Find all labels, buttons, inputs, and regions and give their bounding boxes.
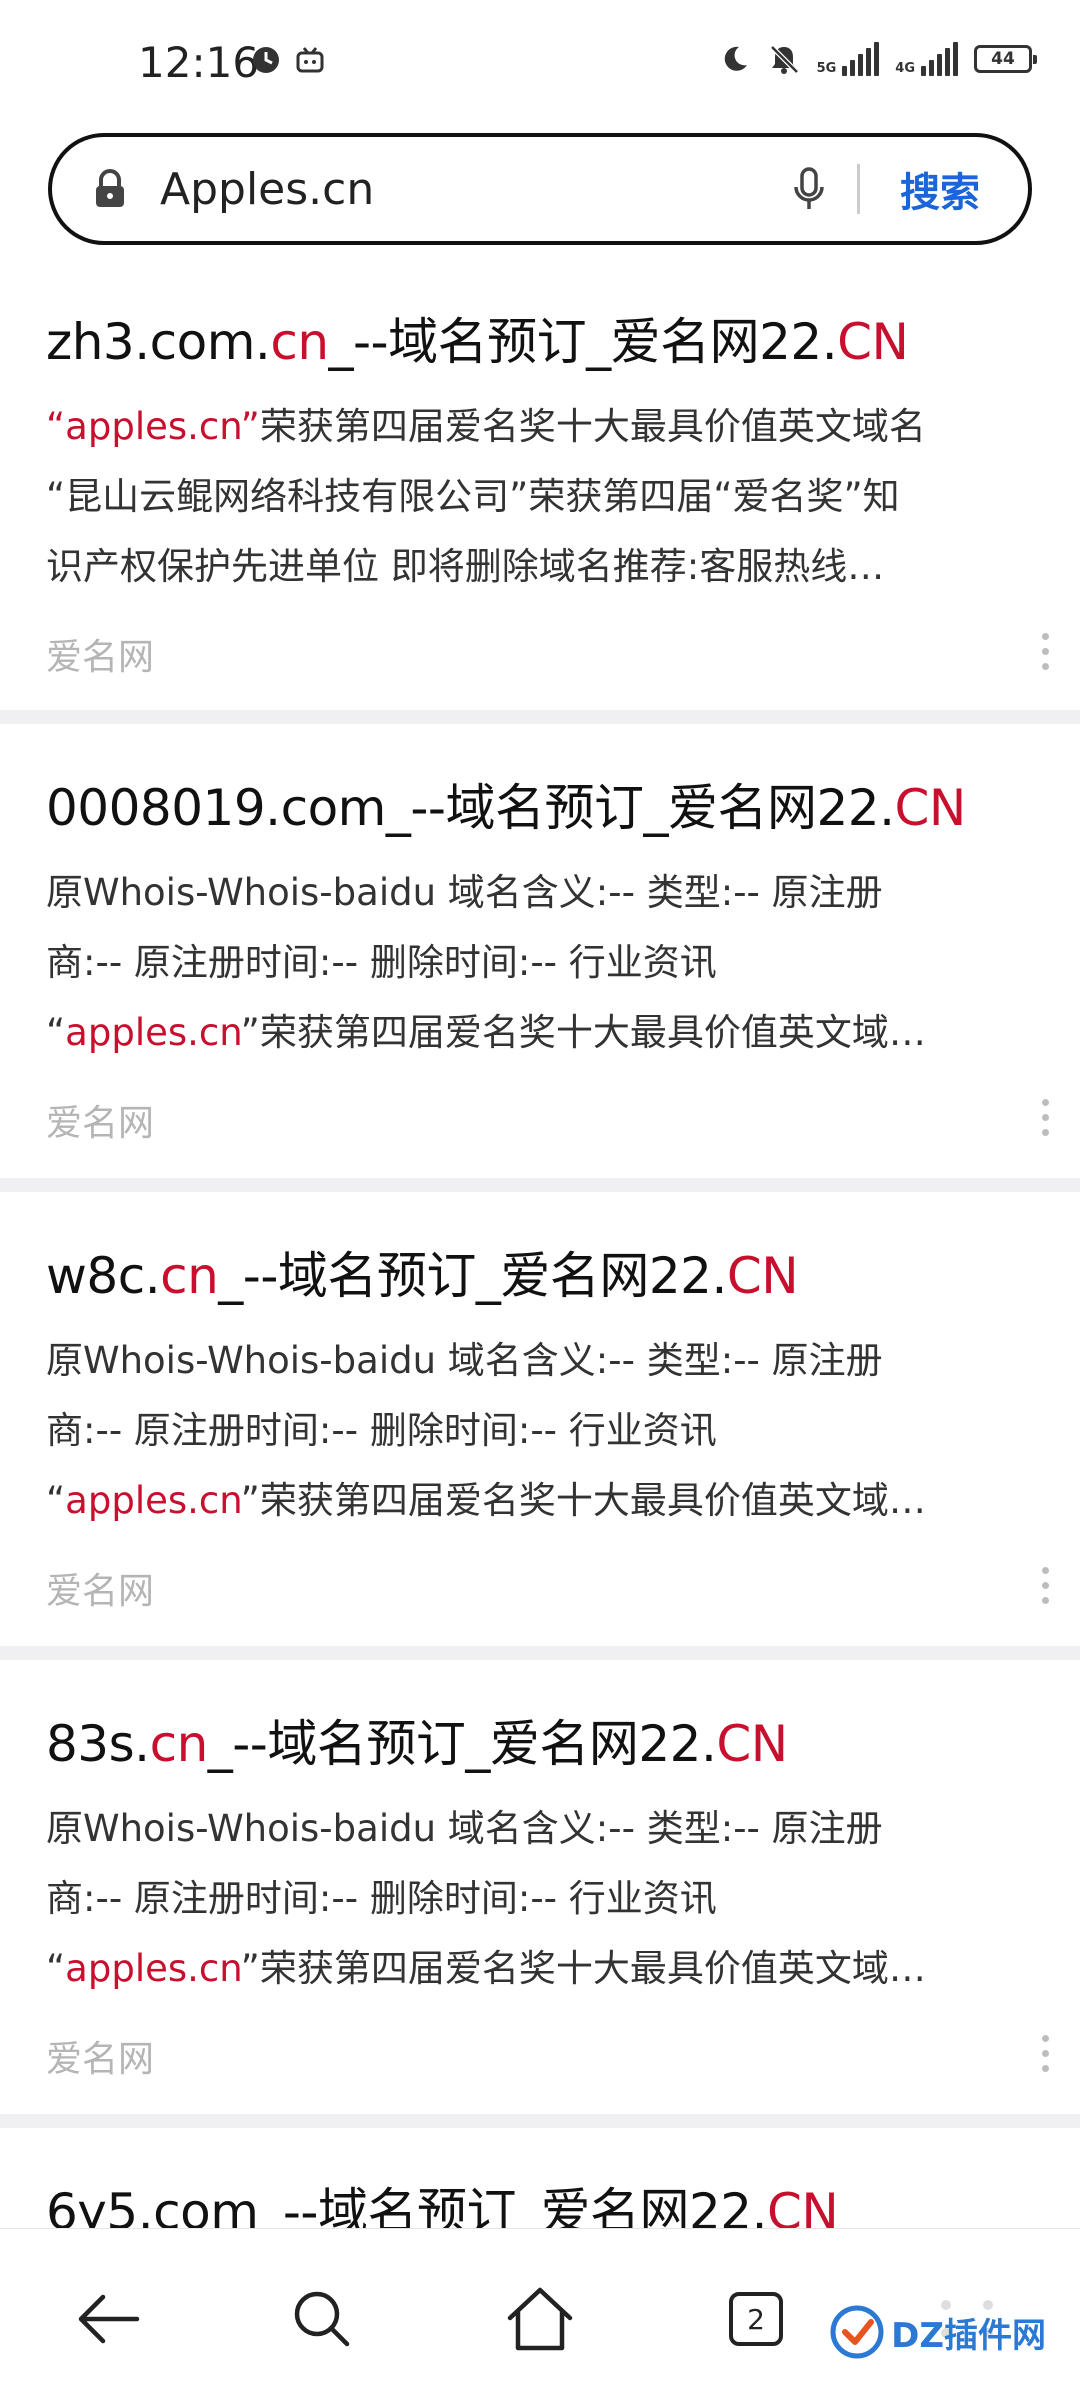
status-left-icons [250, 44, 326, 76]
snippet-highlight: “apples.cn” [46, 405, 260, 448]
lock-icon [96, 169, 124, 207]
title-part: _--域名预订_爱名网22. [328, 313, 838, 371]
result-title-link[interactable]: 6y5.com_--域名预订_爱名网22.CN [46, 2172, 839, 2228]
snippet-line: 商:-- 原注册时间:-- 删除时间:-- 行业资讯 [46, 1877, 717, 1920]
result-snippet: 原Whois-Whois-baidu 域名含义:-- 类型:-- 原注册 商:-… [46, 1794, 1036, 2004]
title-highlight: CN [767, 2183, 839, 2228]
back-button[interactable] [68, 2279, 148, 2359]
snippet-highlight: apples.cn [65, 1947, 241, 1990]
result-title-link[interactable]: zh3.com.cn_--域名预订_爱名网22.CN [46, 302, 909, 374]
snippet-line: “apples.cn”荣获第四届爱名奖十大最具价值英文域… [46, 1934, 1036, 2004]
microphone-icon[interactable] [789, 165, 829, 213]
status-right-icons: 5G 4G 44 [719, 42, 1037, 76]
result-snippet: 原Whois-Whois-baidu 域名含义:-- 类型:-- 原注册 商:-… [46, 1326, 1036, 1536]
snippet-highlight: apples.cn [65, 1479, 241, 1522]
result-title-link[interactable]: 83s.cn_--域名预订_爱名网22.CN [46, 1704, 788, 1776]
search-result: w8c.cn_--域名预订_爱名网22.CN 原Whois-Whois-baid… [0, 1192, 1080, 1646]
title-part: zh3.com. [46, 313, 271, 371]
more-options-icon[interactable] [1040, 2035, 1050, 2080]
arrow-left-icon [78, 2294, 140, 2344]
result-separator [0, 1646, 1080, 1660]
tabs-button[interactable]: 2 [716, 2279, 796, 2359]
more-options-icon[interactable] [1040, 1567, 1050, 1612]
snippet-text: 荣获第四届爱名奖十大最具价值英文域名 [259, 405, 926, 448]
result-source: 爱名网 [46, 1103, 155, 1144]
search-bar: 搜索 [48, 133, 1032, 245]
title-highlight: CN [716, 1715, 788, 1773]
result-separator [0, 1178, 1080, 1192]
snippet-text: ”荣获第四届爱名奖十大最具价值英文域… [240, 1011, 926, 1054]
snippet-text: ”荣获第四届爱名奖十大最具价值英文域… [240, 1947, 926, 1990]
snippet-text: “ [46, 1479, 66, 1522]
home-button[interactable] [500, 2279, 580, 2359]
snippet-line: “apples.cn”荣获第四届爱名奖十大最具价值英文域名 [46, 392, 1036, 462]
bell-off-icon [769, 45, 799, 74]
snippet-line: 商:-- 原注册时间:-- 删除时间:-- 行业资讯 [46, 941, 717, 984]
signal-5g-icon: 5G [817, 42, 880, 76]
snippet-line: “昆山云鲲网络科技有限公司”荣获第四届“爱名奖”知 [46, 475, 900, 518]
tab-count-icon: 2 [729, 2292, 783, 2346]
watermark: DZ插件网 [821, 2300, 1054, 2364]
status-time: 12:16 [138, 38, 260, 87]
dz-logo-icon [830, 2305, 884, 2359]
title-highlight: CN [837, 313, 909, 371]
search-input[interactable] [158, 162, 789, 216]
moon-icon [724, 46, 747, 71]
search-result: 83s.cn_--域名预订_爱名网22.CN 原Whois-Whois-baid… [0, 1660, 1080, 2114]
title-part: 0008019.com_--域名预订_爱名网22. [46, 779, 895, 837]
title-part: w8c. [46, 1247, 161, 1305]
tv-app-icon [296, 47, 324, 73]
snippet-line: 商:-- 原注册时间:-- 删除时间:-- 行业资讯 [46, 1409, 717, 1452]
title-part: 83s. [46, 1715, 150, 1773]
title-highlight: cn [270, 313, 329, 371]
title-part: 6y5.com_--域名预订_爱名网22. [46, 2183, 768, 2228]
title-highlight: cn [160, 1247, 219, 1305]
title-part: _--域名预订_爱名网22. [207, 1715, 717, 1773]
result-separator [0, 2114, 1080, 2128]
result-title-link[interactable]: w8c.cn_--域名预订_爱名网22.CN [46, 1236, 799, 1308]
battery-icon: 44 [974, 45, 1037, 73]
more-options-icon[interactable] [1040, 1099, 1050, 1144]
search-icon [294, 2291, 350, 2347]
result-snippet: “apples.cn”荣获第四届爱名奖十大最具价值英文域名 “昆山云鲲网络科技有… [46, 392, 1036, 602]
result-snippet: 原Whois-Whois-baidu 域名含义:-- 类型:-- 原注册 商:-… [46, 858, 1036, 1068]
result-title-link[interactable]: 0008019.com_--域名预订_爱名网22.CN [46, 768, 966, 840]
snippet-line: 原Whois-Whois-baidu 域名含义:-- 类型:-- 原注册 [46, 1807, 883, 1850]
title-highlight: cn [149, 1715, 209, 1773]
snippet-line: 原Whois-Whois-baidu 域名含义:-- 类型:-- 原注册 [46, 1339, 883, 1382]
search-result: zh3.com.cn_--域名预订_爱名网22.CN “apples.cn”荣获… [0, 250, 1080, 710]
timer-icon [253, 47, 279, 73]
snippet-text: ”荣获第四届爱名奖十大最具价值英文域… [240, 1479, 926, 1522]
title-part: _--域名预订_爱名网22. [218, 1247, 727, 1305]
snippet-line: 原Whois-Whois-baidu 域名含义:-- 类型:-- 原注册 [46, 871, 883, 914]
search-button[interactable]: 搜索 [900, 160, 980, 218]
search-result: 6y5.com_--域名预订_爱名网22.CN [0, 2128, 1080, 2228]
search-nav-button[interactable] [282, 2279, 362, 2359]
title-highlight: CN [894, 779, 966, 837]
search-divider [857, 164, 860, 214]
search-result: 0008019.com_--域名预订_爱名网22.CN 原Whois-Whois… [0, 724, 1080, 1178]
snippet-line: “apples.cn”荣获第四届爱名奖十大最具价值英文域… [46, 998, 1036, 1068]
snippet-text: “ [46, 1947, 66, 1990]
title-highlight: CN [726, 1247, 799, 1305]
watermark-text: DZ插件网 [891, 2315, 1046, 2356]
result-source: 爱名网 [46, 637, 155, 678]
result-source: 爱名网 [46, 1571, 155, 1612]
result-separator [0, 710, 1080, 724]
status-bar: 12:16 5G 4G 44 [0, 0, 1080, 125]
home-icon [507, 2287, 573, 2351]
more-options-icon[interactable] [1040, 633, 1050, 678]
snippet-line: 识产权保护先进单位 即将删除域名推荐:客服热线… [46, 545, 885, 588]
snippet-highlight: apples.cn [65, 1011, 241, 1054]
result-source: 爱名网 [46, 2039, 155, 2080]
snippet-text: “ [46, 1011, 66, 1054]
signal-4g-icon: 4G [895, 42, 958, 76]
snippet-line: “apples.cn”荣获第四届爱名奖十大最具价值英文域… [46, 1466, 1036, 1536]
